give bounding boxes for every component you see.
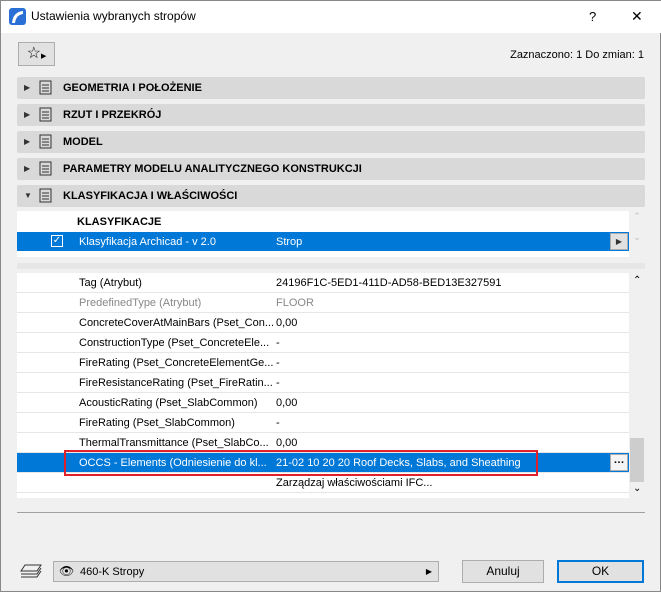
property-name: FireRating (Pset_ConcreteElementGe... [79, 357, 274, 369]
archicad-logo-icon [9, 8, 26, 25]
section-1[interactable]: ▶ RZUT I PRZEKRÓJ [17, 104, 645, 126]
property-row[interactable]: Tag (Atrybut) 24196F1C-5ED1-411D-AD58-BE… [17, 273, 629, 293]
section-3[interactable]: ▶ PARAMETRY MODELU ANALITYCZNEGO KONSTRU… [17, 158, 645, 180]
section-0[interactable]: ▶ GEOMETRIA I POŁOŻENIE [17, 77, 645, 99]
divider [17, 512, 645, 513]
eye-icon: 👁 [59, 564, 75, 578]
property-name: ConcreteCoverAtMainBars (Pset_Con... [79, 317, 275, 329]
classification-name: Klasyfikacja Archicad - v 2.0 [79, 236, 216, 248]
help-button[interactable]: ? [589, 9, 596, 24]
property-name: ThermalTransmittance (Pset_SlabCo... [79, 437, 269, 449]
classification-scrollbar[interactable]: ⌃ ⌄ [629, 211, 645, 257]
property-value: 24196F1C-5ED1-411D-AD58-BED13E327591 [276, 277, 502, 289]
properties-scrollbar[interactable]: ⌃ ⌄ [629, 273, 645, 498]
star-icon: ☆ [26, 45, 41, 62]
scroll-up-icon[interactable]: ⌃ [633, 275, 641, 286]
property-name: Tag (Atrybut) [79, 277, 142, 289]
property-row[interactable]: PredefinedType (Atrybut) FLOOR [17, 293, 629, 313]
highlight-box [64, 450, 538, 476]
cancel-button[interactable]: Anuluj [462, 560, 544, 583]
arrow-right-icon: ▶ [40, 53, 47, 60]
triangle-right-icon[interactable]: ▶ [24, 83, 30, 92]
structural-analytical-icon [39, 161, 52, 176]
property-value: - [276, 357, 280, 369]
property-name: AcousticRating (Pset_SlabCommon) [79, 397, 258, 409]
close-button[interactable]: ✕ [631, 8, 643, 25]
property-value[interactable]: Zarządzaj właściwościami IFC... [276, 477, 432, 489]
scroll-down-icon[interactable]: ⌄ [633, 483, 641, 494]
floorplan-section-icon [39, 107, 52, 122]
window-title: Ustawienia wybranych stropów [31, 9, 196, 23]
section-label: GEOMETRIA I POŁOŻENIE [63, 82, 202, 94]
property-name: FireRating (Pset_SlabCommon) [79, 417, 235, 429]
property-name: PredefinedType (Atrybut) [79, 297, 202, 309]
triangle-right-icon[interactable]: ▶ [24, 110, 30, 119]
property-value: 0,00 [276, 317, 298, 329]
layer-dropdown[interactable]: 👁 460-K Stropy ▶ [53, 561, 439, 582]
document-icon [39, 188, 52, 203]
triangle-right-icon[interactable]: ▶ [24, 164, 30, 173]
property-row[interactable]: FireRating (Pset_ConcreteElementGe... - [17, 353, 629, 373]
geometry-icon [39, 80, 52, 95]
classification-value: Strop [276, 236, 303, 248]
property-value: - [276, 337, 280, 349]
property-value: 0,00 [276, 437, 298, 449]
property-row[interactable]: Zarządzaj właściwościami IFC... [17, 473, 629, 493]
triangle-right-icon[interactable]: ▶ [24, 137, 30, 146]
classification-checkbox[interactable]: ✓ [51, 235, 63, 247]
triangle-down-icon[interactable]: ▼ [24, 191, 32, 200]
section-label: KLASYFIKACJA I WŁAŚCIWOŚCI [63, 190, 238, 202]
property-name: FireResistanceRating (Pset_FireRatin... [79, 377, 273, 389]
classification-arrow-button[interactable]: ▶ [610, 233, 628, 250]
section-2[interactable]: ▶ MODEL [17, 131, 645, 153]
section-4[interactable]: ▼ KLASYFIKACJA I WŁAŚCIWOŚCI [17, 185, 645, 207]
property-row[interactable]: AcousticRating (Pset_SlabCommon) 0,00 [17, 393, 629, 413]
property-value: - [276, 377, 280, 389]
layer-name: 460-K Stropy [80, 566, 145, 578]
property-name: ConstructionType (Pset_ConcreteEle... [79, 337, 270, 349]
favorites-button[interactable]: ☆▶ [18, 42, 55, 66]
section-label: PARAMETRY MODELU ANALITYCZNEGO KONSTRUKC… [63, 163, 362, 175]
property-row[interactable]: FireResistanceRating (Pset_FireRatin... … [17, 373, 629, 393]
property-row[interactable]: ConstructionType (Pset_ConcreteEle... - [17, 333, 629, 353]
scrollbar-thumb[interactable] [630, 438, 644, 482]
layers-icon [20, 564, 42, 578]
classification-row[interactable]: ✓ Klasyfikacja Archicad - v 2.0 Strop ▶ [17, 232, 629, 251]
property-value: 0,00 [276, 397, 298, 409]
model-icon [39, 134, 52, 149]
property-value: - [276, 417, 280, 429]
property-row[interactable]: FireRating (Pset_SlabCommon) - [17, 413, 629, 433]
more-options-button[interactable]: … [610, 454, 628, 471]
section-label: RZUT I PRZEKRÓJ [63, 109, 162, 121]
section-label: MODEL [63, 136, 103, 148]
classification-header: KLASYFIKACJE [77, 216, 162, 228]
classification-panel: KLASYFIKACJE ✓ Klasyfikacja Archicad - v… [17, 211, 629, 257]
title-bar: Ustawienia wybranych stropów ? ✕ [1, 1, 661, 33]
splitter[interactable] [17, 263, 645, 269]
ok-button[interactable]: OK [557, 560, 644, 583]
selection-status: Zaznaczono: 1 Do zmian: 1 [510, 49, 644, 61]
property-value: FLOOR [276, 297, 314, 309]
arrow-right-icon: ▶ [425, 567, 432, 576]
property-row[interactable]: ConcreteCoverAtMainBars (Pset_Con... 0,0… [17, 313, 629, 333]
